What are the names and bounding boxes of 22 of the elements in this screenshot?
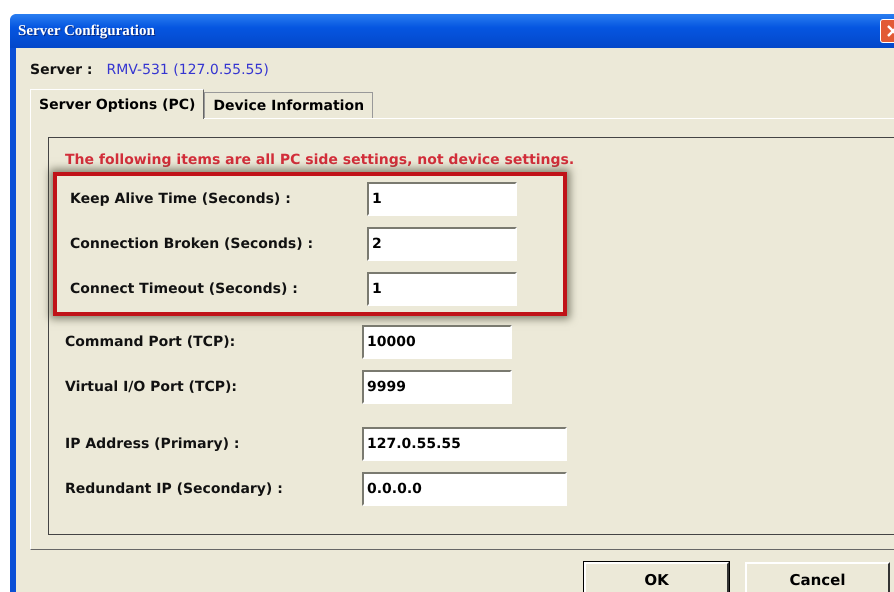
input-field[interactable]: 1	[367, 182, 517, 216]
dialog-button[interactable]: OK	[584, 562, 729, 592]
field-label: Command Port (TCP):	[65, 334, 236, 350]
field-label: Keep Alive Time (Seconds) :	[70, 191, 292, 207]
server-value: RMV-531 (127.0.55.55)	[106, 62, 269, 78]
input-field[interactable]: 0.0.0.0	[362, 472, 567, 506]
field-label: IP Address (Primary) :	[65, 436, 240, 452]
tab[interactable]: Server Options (PC)	[30, 89, 204, 119]
tab[interactable]: Device Information	[204, 92, 374, 118]
window-title: Server Configuration	[18, 22, 155, 40]
input-field[interactable]: 10000	[362, 325, 512, 359]
server-label: Server :	[30, 62, 92, 78]
input-field[interactable]: 2	[367, 227, 517, 261]
dialog-button[interactable]: Cancel	[745, 562, 890, 592]
field-label: Virtual I/O Port (TCP):	[65, 379, 238, 395]
notice-text: The following items are all PC side settings, not device settings.	[65, 152, 576, 168]
field-label: Connect Timeout (Seconds) :	[70, 281, 299, 297]
input-field[interactable]: 127.0.55.55	[362, 427, 567, 461]
field-label: Connection Broken (Seconds) :	[70, 236, 314, 252]
input-field[interactable]: 1	[367, 272, 517, 306]
field-label: Redundant IP (Secondary) :	[65, 481, 284, 497]
input-field[interactable]: 9999	[362, 370, 512, 404]
